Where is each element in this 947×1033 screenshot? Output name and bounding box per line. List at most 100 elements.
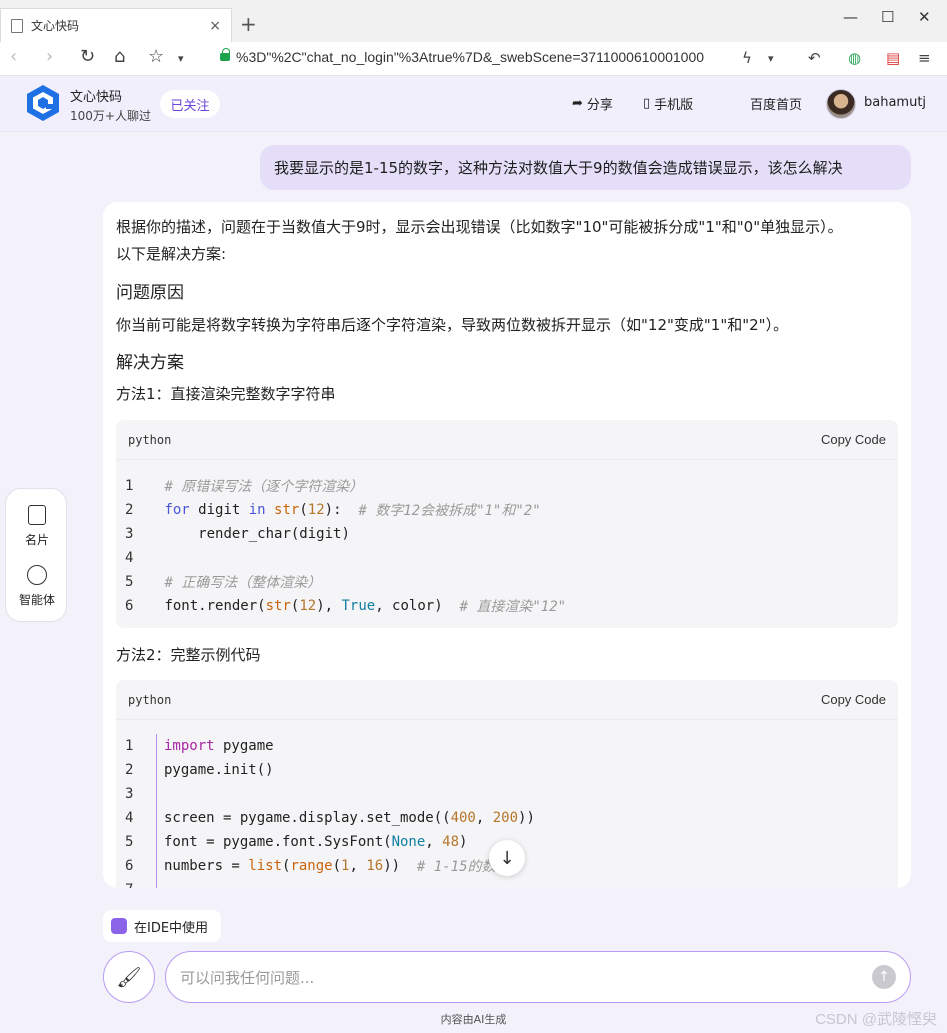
avatar[interactable] — [826, 89, 856, 119]
line-number: 1 — [125, 478, 134, 494]
code-number: 400 — [450, 810, 476, 826]
code-number: 1 — [341, 858, 350, 874]
username[interactable]: bahamutj — [864, 95, 926, 110]
copy-code-button[interactable]: Copy Code — [821, 432, 886, 447]
code-line: 7 — [116, 878, 898, 888]
code-body: 1 # 原错误写法（逐个字符渲染） 2 for digit in str(12)… — [116, 460, 898, 618]
new-tab-button[interactable]: + — [240, 12, 257, 36]
code-number: 48 — [442, 834, 460, 850]
ide-label: 在IDE中使用 — [134, 920, 209, 936]
code-text: font.render( — [164, 598, 266, 614]
code-builtin: list — [248, 858, 283, 874]
phone-icon: ▯ — [643, 96, 651, 111]
minimize-icon[interactable]: — — [843, 8, 858, 26]
code-text: pygame.init() — [164, 762, 274, 778]
home-icon[interactable]: ⌂ — [114, 46, 125, 67]
code-language: python — [128, 692, 172, 707]
line-number: 7 — [116, 882, 156, 888]
address-bar[interactable]: %3D"%2C"chat_no_login"%3Atrue%7D&_swebSc… — [236, 49, 704, 65]
extension-icon[interactable]: ◍ — [848, 49, 861, 67]
line-number: 2 — [125, 502, 134, 518]
side-panel: 名片 智能体 — [5, 488, 67, 622]
forward-icon[interactable]: › — [46, 46, 53, 67]
card-icon — [28, 505, 46, 525]
side-card-label: 名片 — [24, 533, 49, 547]
code-line: 6 font.render(str(12), True, color) # 直接… — [116, 594, 898, 618]
code-comment: # 正确写法（整体渲染） — [164, 575, 322, 591]
code-line: 4 screen = pygame.display.set_mode((400,… — [116, 806, 898, 830]
code-line: 4 — [116, 546, 898, 570]
undo-icon[interactable]: ↶ — [808, 49, 821, 67]
code-builtin: range — [290, 858, 333, 874]
solution-heading: 解决方案 — [116, 353, 184, 373]
code-text: , color) — [375, 598, 443, 614]
code-line: 1 # 原错误写法（逐个字符渲染） — [116, 474, 898, 498]
lightning-icon[interactable]: ϟ — [742, 49, 752, 67]
code-line: 2 pygame.init() — [116, 758, 898, 782]
line-number: 5 — [125, 574, 134, 590]
chat-input[interactable] — [180, 965, 860, 991]
watermark: CSDN @武陵悭臾 — [815, 1011, 937, 1028]
code-language: python — [128, 432, 172, 447]
line-number: 6 — [125, 858, 134, 874]
line-number: 4 — [125, 550, 134, 566]
brand-subtitle: 100万+人聊过 — [70, 109, 151, 123]
code-text: pygame — [214, 738, 274, 754]
answer-intro-2: 以下是解决方案: — [116, 245, 227, 263]
code-keyword: in — [248, 502, 266, 518]
reload-icon[interactable]: ↻ — [80, 46, 95, 67]
line-number: 3 — [125, 526, 134, 542]
code-line: 2 for digit in str(12): # 数字12会被拆成"1"和"2… — [116, 498, 898, 522]
use-in-ide-button[interactable]: 在IDE中使用 — [103, 910, 221, 942]
copy-code-button[interactable]: Copy Code — [821, 692, 886, 707]
feedback-icon[interactable]: ▤ — [886, 49, 900, 67]
lock-icon — [220, 48, 230, 61]
maximize-icon[interactable]: ☐ — [881, 8, 894, 26]
scroll-down-button[interactable]: ↓ — [489, 840, 525, 876]
code-number: 200 — [492, 810, 519, 826]
side-card-button[interactable]: 名片 — [6, 505, 68, 548]
chevron-down-icon[interactable]: ▾ — [768, 52, 774, 65]
ide-icon — [111, 918, 127, 934]
line-number: 5 — [125, 834, 134, 850]
send-button[interactable]: ↑ — [872, 965, 896, 989]
code-number: 16 — [366, 858, 384, 874]
arrow-down-icon: ↓ — [499, 847, 515, 869]
code-line: 3 render_char(digit) — [116, 522, 898, 546]
code-text: numbers = — [164, 858, 249, 874]
browser-tab[interactable]: 文心快码 × — [0, 8, 232, 42]
back-icon[interactable]: ‹ — [10, 46, 17, 67]
side-agent-button[interactable]: 智能体 — [6, 565, 68, 608]
method2-title: 方法2：完整示例代码 — [116, 646, 261, 664]
browser-tab-bar: 文心快码 × + — ☐ ✕ — [0, 0, 947, 42]
side-agent-label: 智能体 — [18, 593, 55, 607]
arrow-up-icon: ↑ — [878, 969, 890, 985]
share-icon: ➦ — [572, 96, 583, 111]
follow-button[interactable]: 已关注 — [160, 90, 220, 118]
window-close-icon[interactable]: ✕ — [918, 8, 931, 26]
code-number: 12 — [307, 502, 325, 518]
chevron-down-icon[interactable]: ▾ — [178, 52, 184, 65]
menu-icon[interactable]: ≡ — [918, 49, 931, 67]
clear-context-button[interactable]: 🖌 — [103, 951, 155, 1003]
brand-logo-icon — [27, 85, 59, 121]
line-number: 6 — [125, 598, 134, 614]
ai-generated-note: 内容由AI生成 — [440, 1013, 507, 1026]
share-link[interactable]: ➦ 分享 — [572, 94, 613, 113]
mobile-link[interactable]: ▯ 手机版 — [643, 94, 693, 113]
line-number: 1 — [125, 738, 134, 754]
code-text: digit — [189, 502, 249, 518]
code-constant: True — [341, 598, 376, 614]
code-builtin: str — [274, 502, 300, 518]
share-label: 分享 — [586, 98, 613, 113]
bookmark-star-icon[interactable]: ☆ — [148, 46, 164, 67]
method1-title: 方法1：直接渲染完整数字字符串 — [116, 385, 336, 403]
baidu-home-link[interactable]: 百度首页 — [750, 94, 802, 113]
line-number: 3 — [125, 786, 134, 802]
cause-heading: 问题原因 — [116, 283, 184, 303]
code-line: 3 — [116, 782, 898, 806]
tab-close-icon[interactable]: × — [209, 18, 221, 34]
brush-icon: 🖌 — [116, 965, 142, 989]
code-text: screen = pygame.display.set_mode(( — [164, 810, 451, 826]
code-line: 5 # 正确写法（整体渲染） — [116, 570, 898, 594]
